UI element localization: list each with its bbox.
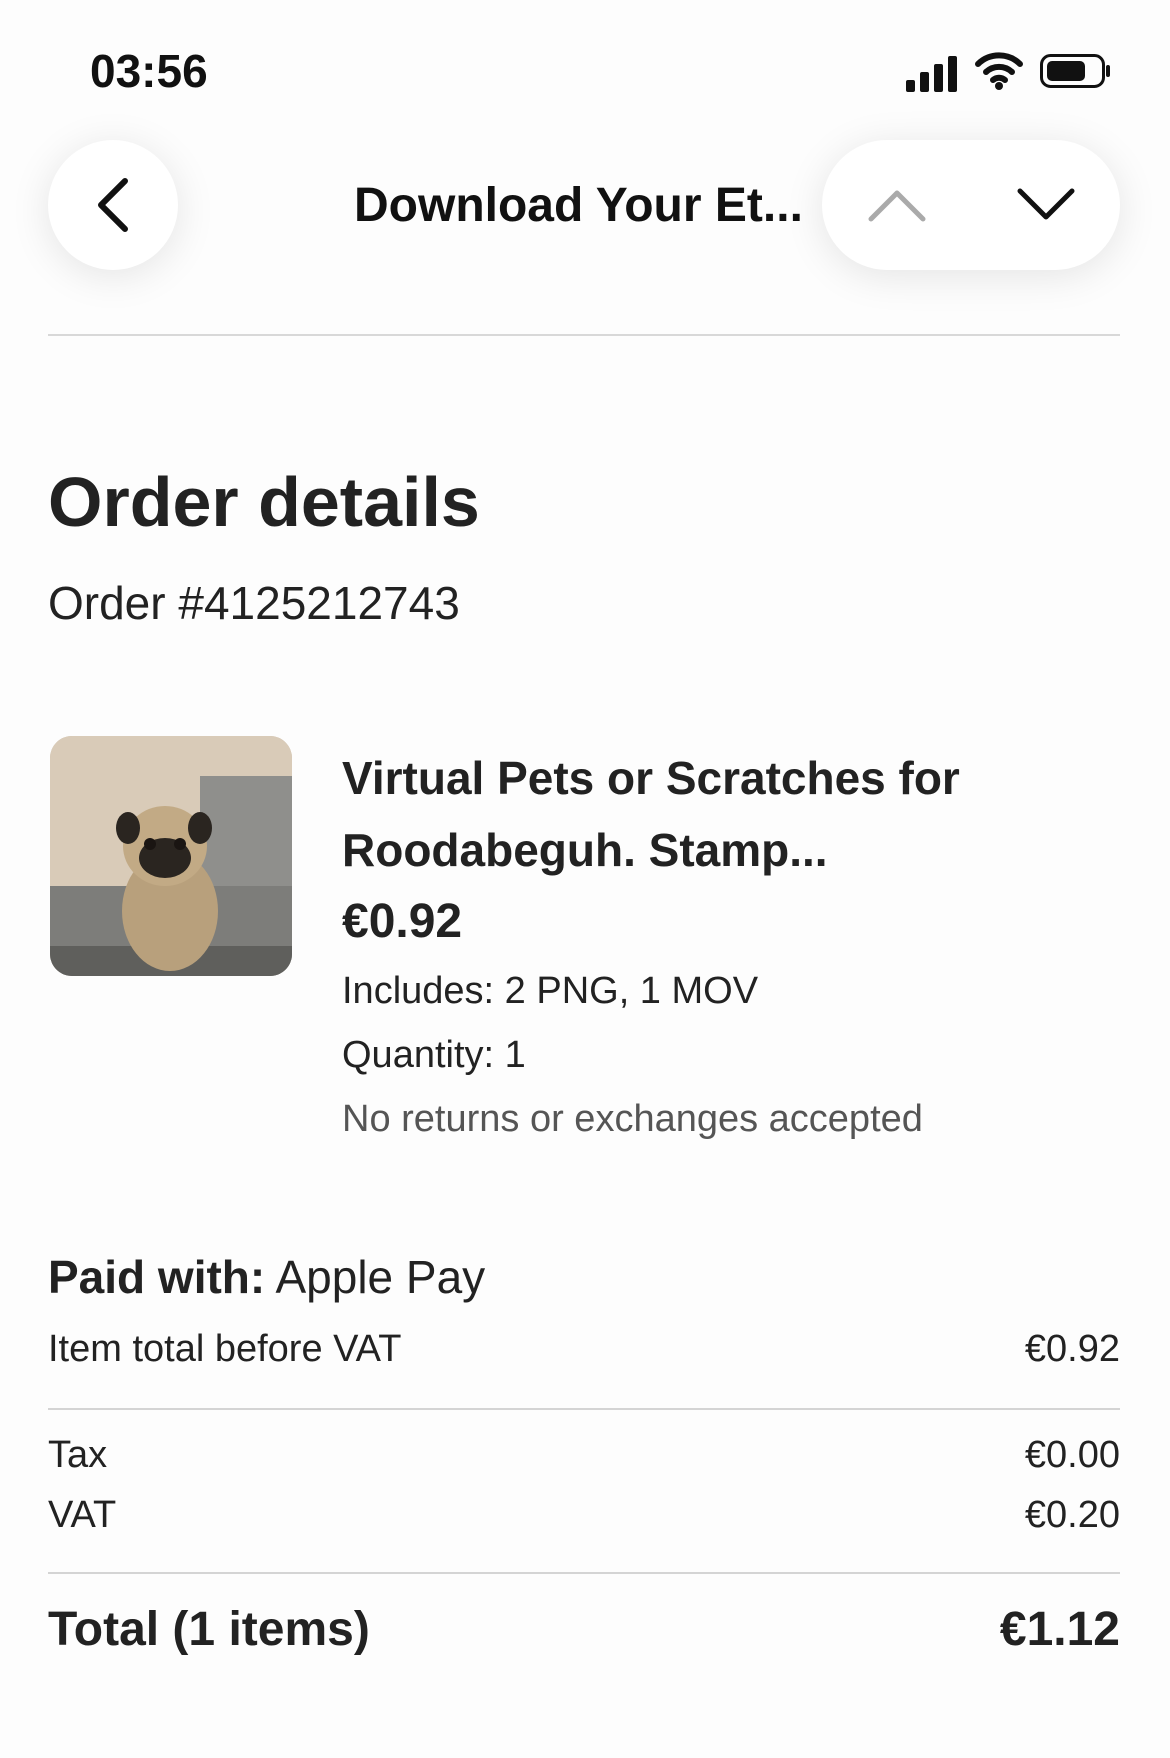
total-label: Total (1 items)	[48, 1603, 370, 1656]
nav-divider	[48, 334, 1120, 336]
chevron-left-icon	[98, 178, 128, 232]
battery-icon	[1040, 54, 1110, 88]
cellular-signal-icon	[906, 56, 957, 92]
item-price: €0.92	[342, 895, 463, 948]
nav-title: Download Your Et...	[354, 179, 803, 232]
tax-value: €0.00	[1024, 1434, 1120, 1476]
summary-divider	[48, 1408, 1120, 1410]
next-button[interactable]	[971, 140, 1120, 270]
status-time: 03:56	[90, 45, 208, 97]
page-title: Order details	[48, 463, 480, 541]
vat-value: €0.20	[1024, 1494, 1120, 1536]
order-number: Order #4125212743	[48, 577, 460, 629]
total-value: €1.12	[999, 1603, 1120, 1656]
wifi-icon	[975, 52, 1023, 90]
item-quantity: Quantity: 1	[342, 1034, 526, 1076]
payment-label: Paid with:	[48, 1251, 266, 1303]
tax-label: Tax	[48, 1434, 108, 1476]
item-total-label: Item total before VAT	[48, 1328, 402, 1370]
previous-button[interactable]	[822, 140, 971, 270]
item-returns-policy: No returns or exchanges accepted	[342, 1098, 923, 1140]
payment-method: Paid with: Apple Pay	[48, 1250, 485, 1304]
item-title[interactable]: Virtual Pets or Scratches for Roodabeguh…	[342, 742, 1102, 886]
pug-photo	[50, 736, 292, 976]
chevron-up-icon	[868, 190, 925, 222]
item-total-value: €0.92	[1024, 1328, 1120, 1370]
vat-label: VAT	[48, 1494, 117, 1536]
item-thumbnail[interactable]	[50, 736, 292, 976]
item-includes: Includes: 2 PNG, 1 MOV	[342, 970, 759, 1012]
up-down-control	[822, 140, 1120, 270]
total-divider	[48, 1572, 1120, 1574]
chevron-down-icon	[1017, 188, 1074, 220]
payment-value: Apple Pay	[275, 1251, 486, 1303]
back-button[interactable]	[48, 140, 178, 270]
